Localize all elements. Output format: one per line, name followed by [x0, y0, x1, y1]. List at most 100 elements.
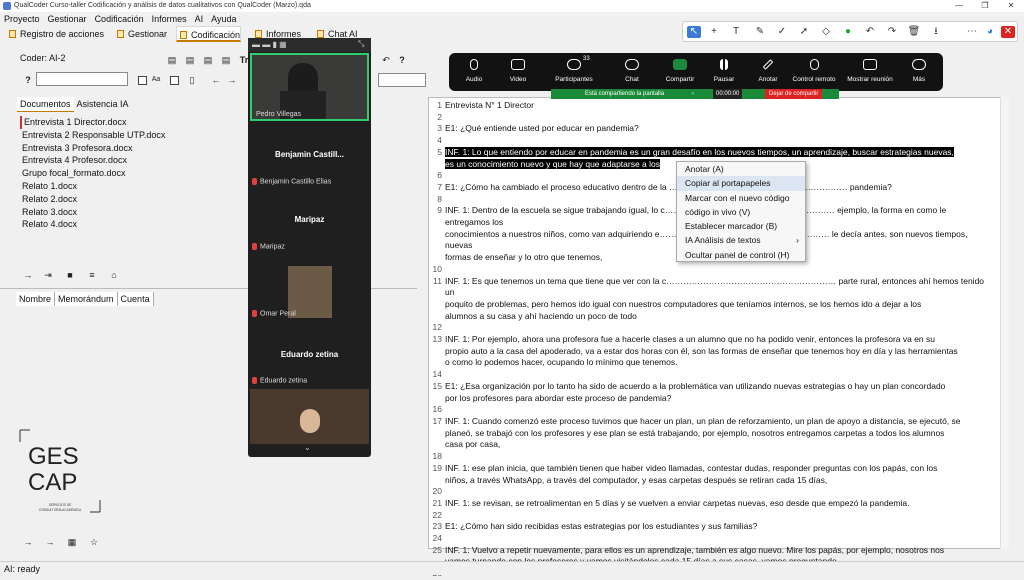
plus-icon[interactable]: +	[707, 26, 721, 38]
menu-informes[interactable]: Informes	[148, 12, 191, 26]
editor-line[interactable]: propio auto a la casa del apoderado, va …	[431, 346, 991, 358]
tab-gestionar[interactable]: Gestionar	[114, 26, 167, 42]
remote-control-button[interactable]: Control remoto	[789, 59, 839, 83]
menu-item-in-vivo[interactable]: código in vivo (V)	[677, 205, 805, 219]
code-icon[interactable]: ▤	[218, 53, 234, 67]
editor-line[interactable]: 19 INF. 1: ese plan inicia, que también t…	[431, 463, 991, 475]
pause-button[interactable]: Pausar	[699, 59, 749, 83]
editor-line[interactable]: niños, a través WhatsApp, a través del c…	[431, 475, 991, 487]
help-icon[interactable]: ?	[20, 73, 36, 87]
chat-button[interactable]: Chat	[607, 59, 657, 83]
editor-line[interactable]: por los profesores para abordar este pro…	[431, 393, 991, 405]
previous-icon[interactable]: ←	[208, 73, 224, 87]
bookmark-icon[interactable]: ▤	[200, 53, 216, 67]
editor-line[interactable]: casa por casa,	[431, 439, 991, 451]
list-item[interactable]: Relato 2.docx	[20, 193, 220, 206]
editor-line[interactable]: planeó, se trabajó con los profesores y …	[431, 428, 991, 440]
all-files-checkbox[interactable]	[170, 76, 179, 85]
cursor-icon[interactable]: ↖	[687, 26, 701, 38]
list-item[interactable]: Relato 3.docx	[20, 206, 220, 219]
menu-ai[interactable]: AI	[191, 12, 208, 26]
more-icon[interactable]: ⋯	[965, 26, 979, 38]
skip-icon[interactable]: ⇥	[40, 268, 56, 282]
more-button[interactable]: Más	[894, 59, 944, 83]
audio-button[interactable]: Audio	[449, 59, 499, 83]
editor-scrollbar[interactable]	[1000, 97, 1009, 549]
editor-line[interactable]: 17 INF. 1: Cuando comenzó este proceso tu…	[431, 416, 991, 428]
editor-line[interactable]: poquito de problemas, pero hemos ido igu…	[431, 299, 991, 311]
menu-item-marcar-codigo[interactable]: Marcar con el nuevo código	[677, 191, 805, 205]
menu-item-marcador[interactable]: Establecer marcador (B)	[677, 219, 805, 233]
view-icons[interactable]: ▬ ▬ ▮ ▦	[252, 40, 287, 49]
menu-proyecto[interactable]: Proyecto	[0, 12, 44, 26]
menu-item-ia-analisis[interactable]: IA Análisis de textos ›	[677, 233, 805, 247]
user-icon[interactable]: ◕	[983, 26, 997, 38]
share-button[interactable]: Compartir	[655, 59, 705, 83]
redo-icon[interactable]: ↷	[885, 26, 899, 38]
list-item[interactable]: Entrevista 1 Director.docx	[20, 116, 220, 129]
arrow-icon[interactable]: ➚	[797, 26, 811, 38]
video-button[interactable]: Video	[493, 59, 543, 83]
code-filter-dropdown[interactable]	[378, 73, 426, 87]
editor-line[interactable]: 15 E1: ¿Esa organización por lo tanto ha …	[431, 381, 991, 393]
list-icon[interactable]: ≡	[84, 268, 100, 282]
download-icon[interactable]: ⭳	[929, 26, 943, 38]
editor-line[interactable]: 25 INF. 1: Vuelvo a repetir nuevamente, p…	[431, 545, 991, 557]
tag-icon[interactable]: ⌂	[106, 268, 122, 282]
star-icon[interactable]: ☆	[86, 535, 102, 549]
column-nombre[interactable]: Nombre	[16, 292, 56, 306]
text-icon[interactable]: T	[729, 26, 743, 38]
search-input[interactable]	[36, 72, 128, 86]
case-checkbox[interactable]	[138, 76, 147, 85]
trash-icon[interactable]: 🗑	[907, 26, 921, 38]
menu-gestionar[interactable]: Gestionar	[44, 12, 91, 26]
close-icon[interactable]: ✕	[998, 0, 1024, 12]
editor-line[interactable]: 13 INF. 1: Por ejemplo, ahora una profeso…	[431, 334, 991, 346]
menu-item-anotar[interactable]: Anotar (A)	[677, 162, 805, 176]
column-cuenta[interactable]: Cuenta	[117, 292, 154, 306]
editor-line[interactable]: 4	[431, 135, 991, 147]
chevron-down-icon[interactable]: ⌄	[304, 443, 311, 452]
color-icon[interactable]: ●	[841, 26, 855, 38]
menu-item-copiar[interactable]: Copiar al portapapeles	[677, 176, 805, 191]
list-item[interactable]: Relato 1.docx	[20, 180, 220, 193]
video-tile[interactable]: Pedro Villegas	[250, 53, 369, 121]
help-icon[interactable]: ?	[394, 53, 410, 67]
editor-line[interactable]: 12	[431, 322, 991, 334]
editor-line[interactable]: 2	[431, 112, 991, 124]
editor-line[interactable]: 24	[431, 533, 991, 545]
show-meeting-button[interactable]: Mostrar reunión	[845, 59, 895, 83]
tab-codificacion[interactable]: Codificación	[176, 26, 242, 42]
memo-icon[interactable]: ▤	[164, 53, 180, 67]
tab-registro[interactable]: Registro de acciones	[6, 26, 104, 42]
close-icon[interactable]: ✕	[1001, 26, 1015, 38]
editor-line[interactable]: 3 E1: ¿Qué entiende usted por educar en p…	[431, 123, 991, 135]
editor-line[interactable]: 1 Entrevista N° 1 Director	[431, 100, 991, 112]
list-item[interactable]: Relato 4.docx	[20, 218, 220, 231]
arrow-right-icon[interactable]: →	[20, 268, 36, 282]
menu-codificacion[interactable]: Codificación	[91, 12, 148, 26]
pen-icon[interactable]: ✎	[753, 26, 767, 38]
editor-line[interactable]: 22	[431, 510, 991, 522]
stop-icon[interactable]: ■	[62, 268, 78, 282]
check-icon[interactable]: ✓	[775, 26, 789, 38]
list-item[interactable]: Grupo focal_formato.docx	[20, 167, 220, 180]
editor-line[interactable]: 14	[431, 369, 991, 381]
undo-icon[interactable]: ↶	[378, 53, 394, 67]
list-item[interactable]: Entrevista 2 Responsable UTP.docx	[20, 129, 220, 142]
undo-icon[interactable]: ↶	[863, 26, 877, 38]
maximize-icon[interactable]: ❐	[972, 0, 998, 12]
menu-ayuda[interactable]: Ayuda	[207, 12, 240, 26]
annotation-icon[interactable]: ▤	[182, 53, 198, 67]
minimize-icon[interactable]: —	[946, 0, 972, 12]
editor-line[interactable]: 23 E1: ¿Cómo han sido recibidas estas est…	[431, 521, 991, 533]
grid-icon[interactable]: ▦	[64, 535, 80, 549]
arrow-right-icon[interactable]: →	[20, 535, 36, 549]
editor-line[interactable]: alumnos a su casa y ahí haciendo un poco…	[431, 311, 991, 323]
participants-button[interactable]: Participantes	[549, 59, 599, 83]
editor-line[interactable]: 18	[431, 451, 991, 463]
editor-line[interactable]: 5 INF. 1: Lo que entiendo por educar en p…	[431, 146, 991, 159]
tab-asistencia-ia[interactable]: Asistencia IA	[74, 97, 132, 111]
list-item[interactable]: Entrevista 3 Profesora.docx	[20, 142, 220, 155]
editor-line[interactable]: 10	[431, 264, 991, 276]
